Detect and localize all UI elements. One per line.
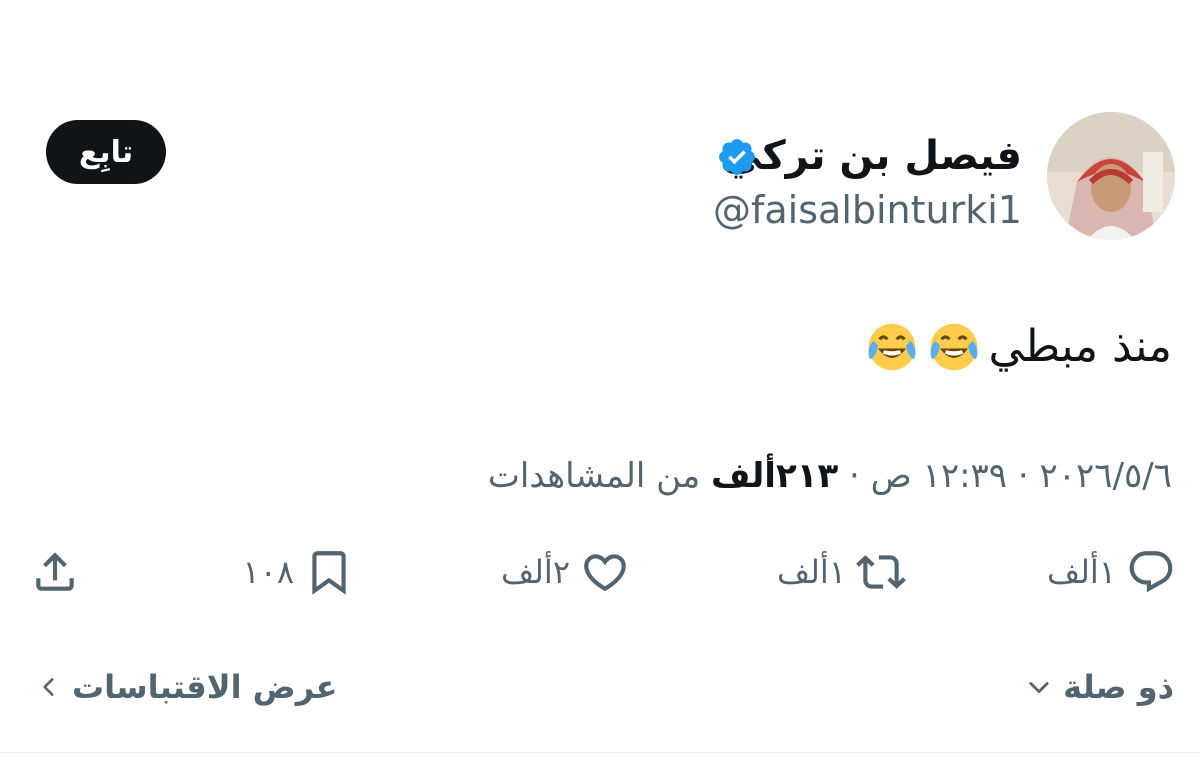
relevant-label: ذو صلة bbox=[1063, 668, 1174, 706]
avatar-image bbox=[1047, 112, 1175, 240]
view-quotes-label: عرض الاقتباسات bbox=[72, 668, 338, 706]
display-name[interactable]: فيصل بن تركي bbox=[722, 130, 1022, 182]
share-button[interactable] bbox=[30, 540, 80, 604]
tweet-text-container: منذ مبطي bbox=[864, 316, 1172, 378]
face-with-tears-of-joy-icon bbox=[930, 323, 978, 371]
tweet-date[interactable]: ٢٠٢٦/٥/٦ bbox=[1040, 456, 1172, 496]
retweet-icon bbox=[856, 555, 906, 589]
face-with-tears-of-joy-icon bbox=[868, 323, 916, 371]
retweet-count: ١ألف bbox=[777, 553, 846, 591]
view-quotes-link[interactable]: عرض الاقتباسات bbox=[36, 662, 337, 712]
meta-separator: · bbox=[1017, 456, 1029, 496]
views-count: ٢١٣ألف bbox=[711, 456, 839, 496]
follow-button[interactable]: تابِع bbox=[46, 120, 166, 184]
tweet-text: منذ مبطي bbox=[988, 321, 1172, 372]
retweet-button[interactable]: ١ألف bbox=[777, 540, 906, 604]
user-handle[interactable]: @faisalbinturki1 bbox=[713, 186, 1022, 234]
bookmark-button[interactable]: ١٠٨ bbox=[242, 540, 354, 604]
bookmark-count: ١٠٨ bbox=[242, 553, 294, 591]
divider bbox=[0, 752, 1200, 753]
verified-badge-icon bbox=[719, 139, 755, 175]
tweet-meta: ٢٠٢٦/٥/٦ · ١٢:٣٩ ص · ٢١٣ألف من المشاهدات bbox=[488, 452, 1172, 500]
relevant-replies-toggle[interactable]: ذو صلة bbox=[1025, 662, 1174, 712]
reply-count: ١ألف bbox=[1047, 553, 1116, 591]
reply-button[interactable]: ١ألف bbox=[1047, 540, 1176, 604]
avatar[interactable] bbox=[1047, 112, 1175, 240]
share-icon bbox=[36, 552, 74, 591]
tweet-time[interactable]: ١٢:٣٩ ص bbox=[871, 456, 1007, 496]
chevron-left-icon bbox=[43, 678, 54, 696]
like-button[interactable]: ٢ألف bbox=[501, 540, 630, 604]
meta-separator: · bbox=[849, 456, 860, 496]
heart-icon bbox=[584, 554, 626, 592]
like-count: ٢ألف bbox=[501, 553, 570, 591]
reply-icon bbox=[1129, 551, 1173, 593]
chevron-down-icon bbox=[1029, 682, 1049, 694]
views-label: من المشاهدات bbox=[487, 456, 701, 496]
bookmark-icon bbox=[312, 551, 346, 595]
